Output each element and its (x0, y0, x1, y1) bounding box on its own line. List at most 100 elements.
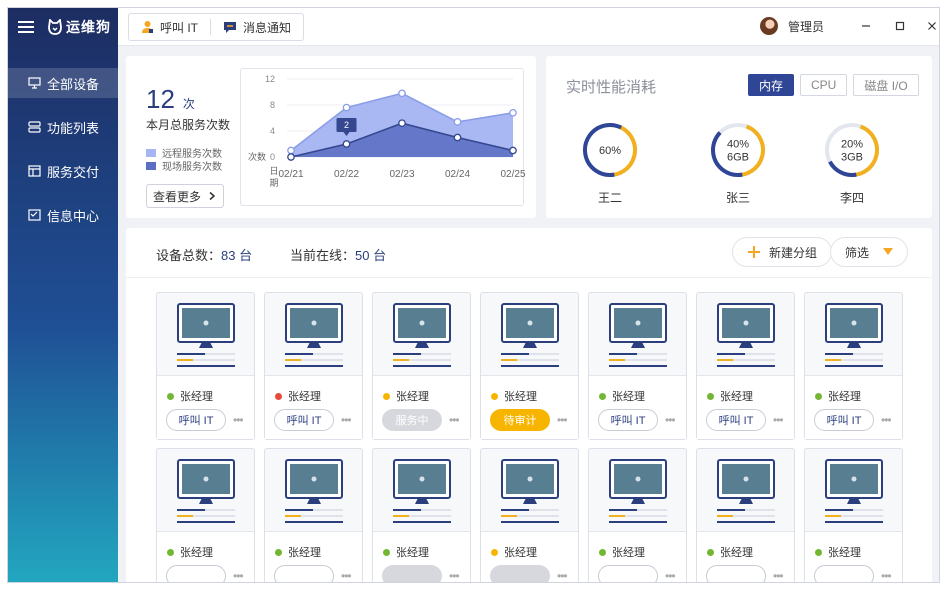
device-action-button[interactable] (382, 565, 442, 582)
data-point-onsite[interactable] (509, 146, 517, 155)
more-options-icon[interactable]: ••• (449, 569, 460, 582)
gauge-value-text: 20% (841, 139, 863, 151)
usage-bar (717, 515, 733, 517)
device-card[interactable]: 张经理 待审计 ••• (480, 292, 579, 440)
data-point-onsite[interactable] (287, 153, 295, 161)
more-options-icon[interactable]: ••• (881, 413, 892, 427)
sidebar-item-function-list[interactable]: 功能列表 (8, 112, 118, 142)
status-dot (815, 392, 822, 400)
minimize-icon[interactable] (856, 16, 876, 36)
device-action-button[interactable]: 服务中 (382, 409, 442, 431)
device-preview (265, 293, 362, 376)
monitor-icon (609, 459, 667, 504)
sidebar-item-service-delivery[interactable]: 服务交付 (8, 156, 118, 186)
status-dot (707, 548, 714, 556)
usage-bar (717, 353, 745, 355)
service-stats-panel: 12 次 本月总服务次数 远程服务次数 现场服务次数 查看更多 0 4 8 12 2 02… (126, 56, 536, 218)
device-card[interactable]: 张经理 ••• (156, 448, 255, 582)
more-options-icon[interactable]: ••• (773, 413, 784, 427)
usage-bar (285, 359, 301, 361)
usage-bar-track (853, 509, 883, 511)
more-options-icon[interactable]: ••• (233, 569, 244, 582)
device-total: 设备总数：83 台 (156, 248, 253, 263)
more-options-icon[interactable]: ••• (341, 413, 352, 427)
call-it-button[interactable]: 呼叫 IT (129, 14, 210, 40)
filter-button[interactable]: 筛选 (830, 237, 909, 267)
device-card[interactable]: 张经理 呼叫 IT ••• (588, 292, 687, 440)
device-action-button[interactable]: 呼叫 IT (814, 409, 874, 431)
data-point-remote[interactable] (342, 103, 351, 112)
device-action-button[interactable] (814, 565, 874, 582)
data-point-remote[interactable] (398, 89, 406, 98)
delivery-icon (28, 165, 41, 177)
data-point-remote[interactable] (287, 146, 295, 155)
device-user-name: 张经理 (828, 391, 861, 403)
notifications-button[interactable]: 消息通知 (211, 14, 303, 40)
tab-disk-io[interactable]: 磁盘 I/O (853, 74, 919, 96)
gauge-ring: 40%6GB (711, 123, 765, 177)
tab-memory[interactable]: 内存 (748, 74, 795, 96)
more-options-icon[interactable]: ••• (881, 569, 892, 582)
tab-cpu[interactable]: CPU (800, 74, 848, 96)
data-point-remote[interactable] (509, 108, 517, 117)
device-preview (697, 293, 794, 376)
device-action-button[interactable]: 呼叫 IT (706, 409, 766, 431)
more-options-icon[interactable]: ••• (233, 413, 244, 427)
device-action-button[interactable] (706, 565, 766, 582)
sidebar-item-label: 全部设备 (47, 76, 100, 92)
more-options-icon[interactable]: ••• (557, 413, 568, 427)
more-options-icon[interactable]: ••• (341, 569, 352, 582)
usage-bar (393, 359, 409, 361)
close-icon[interactable] (922, 16, 939, 36)
device-card[interactable]: 张经理 ••• (372, 448, 471, 582)
chart-annotation-label: 2 (344, 120, 349, 130)
monitor-icon (717, 459, 775, 504)
device-card[interactable]: 张经理 呼叫 IT ••• (696, 292, 795, 440)
user-menu[interactable]: 管理员 (760, 17, 824, 35)
device-card[interactable]: 张经理 ••• (264, 448, 363, 582)
view-more-button[interactable]: 查看更多 (146, 184, 224, 208)
device-action-button[interactable] (598, 565, 658, 582)
device-card[interactable]: 张经理 呼叫 IT ••• (264, 292, 363, 440)
device-card[interactable]: 张经理 呼叫 IT ••• (156, 292, 255, 440)
usage-bar-track (841, 515, 883, 517)
device-user: 张经理 (275, 544, 321, 560)
device-info: 张经理 ••• (265, 532, 362, 582)
device-user: 张经理 (707, 544, 753, 560)
more-options-icon[interactable]: ••• (665, 413, 676, 427)
sidebar-item-info-center[interactable]: 信息中心 (8, 200, 118, 230)
device-card[interactable]: 张经理 ••• (480, 448, 579, 582)
maximize-icon[interactable] (890, 16, 910, 36)
usage-bar (717, 509, 745, 511)
gauge-value-text: 60% (599, 145, 621, 157)
device-card[interactable]: 张经理呼叫 IT ••• (804, 292, 903, 440)
device-action-button[interactable]: 呼叫 IT (166, 409, 226, 431)
more-options-icon[interactable]: ••• (773, 569, 784, 582)
device-action-button[interactable] (490, 565, 550, 582)
device-card[interactable]: 张经理 服务中 ••• (372, 292, 471, 440)
more-options-icon[interactable]: ••• (665, 569, 676, 582)
device-action-button[interactable] (274, 565, 334, 582)
usage-bar (825, 521, 883, 523)
more-options-icon[interactable]: ••• (449, 413, 460, 427)
more-options-icon[interactable]: ••• (557, 569, 568, 582)
data-point-onsite[interactable] (453, 133, 462, 142)
usage-bar-track (625, 515, 667, 517)
menu-icon[interactable] (18, 21, 34, 33)
data-point-onsite[interactable] (342, 140, 351, 148)
device-action-button[interactable] (166, 565, 226, 582)
data-point-remote[interactable] (453, 118, 462, 126)
device-info: 张经理 呼叫 IT ••• (697, 376, 794, 439)
avatar (760, 17, 778, 35)
device-action-button[interactable]: 呼叫 IT (598, 409, 658, 431)
data-point-onsite[interactable] (398, 119, 406, 128)
device-card[interactable]: 张经理 ••• (588, 448, 687, 582)
device-action-button[interactable]: 待审计 (490, 409, 550, 431)
device-action-button[interactable]: 呼叫 IT (274, 409, 334, 431)
new-group-button[interactable]: 新建分组 (732, 237, 833, 267)
device-card[interactable]: 张经理 ••• (804, 448, 903, 582)
chart-ylabel: 次数 (248, 151, 266, 162)
sidebar-item-all-devices[interactable]: 全部设备 (8, 68, 118, 98)
device-card[interactable]: 张经理 ••• (696, 448, 795, 582)
usage-bar-track (301, 359, 343, 361)
